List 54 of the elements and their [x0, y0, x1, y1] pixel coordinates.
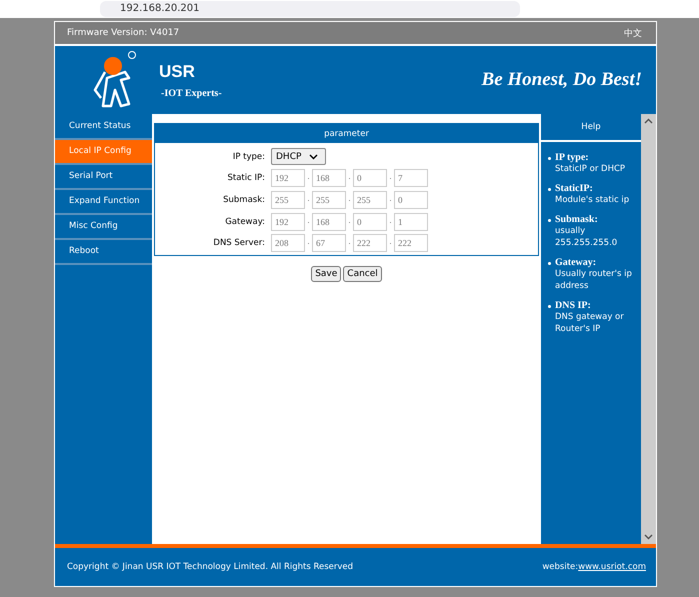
- sidebar-item[interactable]: Local IP Config: [55, 140, 152, 165]
- input-field[interactable]: 0: [353, 168, 387, 186]
- help-term: StaticIP:: [555, 183, 594, 194]
- help-text: Usually router's ip address: [555, 268, 633, 292]
- address-bar[interactable]: 192.168.20.201: [100, 1, 520, 17]
- bullet-icon: [548, 262, 551, 265]
- website-label: website:: [542, 562, 578, 572]
- copyright-text: Copyright © Jinan USR IOT Technology Limited. All Rights Reserved: [67, 562, 354, 572]
- field-label: Static IP:: [226, 172, 266, 182]
- firmware-version: Firmware Version: V4017: [67, 28, 180, 38]
- input-field[interactable]: 168: [312, 168, 346, 186]
- form-button[interactable]: Save: [311, 266, 342, 282]
- help-term: IP type:: [555, 152, 590, 163]
- input-field[interactable]: 0: [353, 212, 387, 230]
- input-field[interactable]: 1: [394, 212, 428, 230]
- help-text: Module's static ip: [555, 194, 630, 206]
- bullet-icon: [548, 219, 551, 222]
- input-field[interactable]: 222: [394, 234, 428, 252]
- help-text: StaticIP or DHCP: [555, 163, 626, 175]
- field-label: Submask:: [222, 194, 266, 204]
- scroll-up-icon[interactable]: [644, 118, 653, 124]
- tagline: -IOT Experts-: [160, 88, 223, 98]
- scrollbar[interactable]: [641, 114, 656, 544]
- help-term: DNS IP:: [555, 300, 592, 311]
- input-field[interactable]: 7: [394, 168, 428, 186]
- slogan: Be Honest, Do Best!: [482, 69, 642, 91]
- input-field[interactable]: 192: [271, 212, 305, 230]
- help-term: Submask:: [555, 214, 599, 225]
- help-text: usually 255.255.255.0: [555, 225, 618, 249]
- panel-title: parameter: [155, 123, 538, 143]
- field-label: DNS Server:: [212, 238, 266, 248]
- help-term: Gateway:: [555, 257, 598, 268]
- input-field[interactable]: 192: [271, 168, 305, 186]
- field-label: Gateway:: [224, 216, 266, 226]
- chevron-down-icon: [309, 154, 318, 160]
- input-field[interactable]: 168: [312, 212, 346, 230]
- field-label: IP type:: [232, 152, 266, 162]
- language-link[interactable]: 中文: [624, 26, 642, 40]
- ip-type-dropdown[interactable]: DHCP: [271, 148, 326, 165]
- scroll-down-icon[interactable]: [644, 534, 653, 540]
- bullet-icon: [548, 157, 551, 160]
- bullet-icon: [548, 305, 551, 308]
- form-button[interactable]: Cancel: [343, 266, 382, 282]
- bullet-icon: [548, 188, 551, 191]
- website-link[interactable]: www.usriot.com: [578, 562, 646, 572]
- input-field[interactable]: 222: [353, 234, 387, 252]
- input-field[interactable]: 255: [312, 190, 346, 208]
- input-field[interactable]: 0: [394, 190, 428, 208]
- help-text: DNS gateway or Router's IP: [555, 311, 625, 335]
- input-field[interactable]: 67: [312, 234, 346, 252]
- input-field[interactable]: 255: [353, 190, 387, 208]
- brand-name: USR: [159, 62, 196, 82]
- input-field[interactable]: 255: [271, 190, 305, 208]
- input-field[interactable]: 208: [271, 234, 305, 252]
